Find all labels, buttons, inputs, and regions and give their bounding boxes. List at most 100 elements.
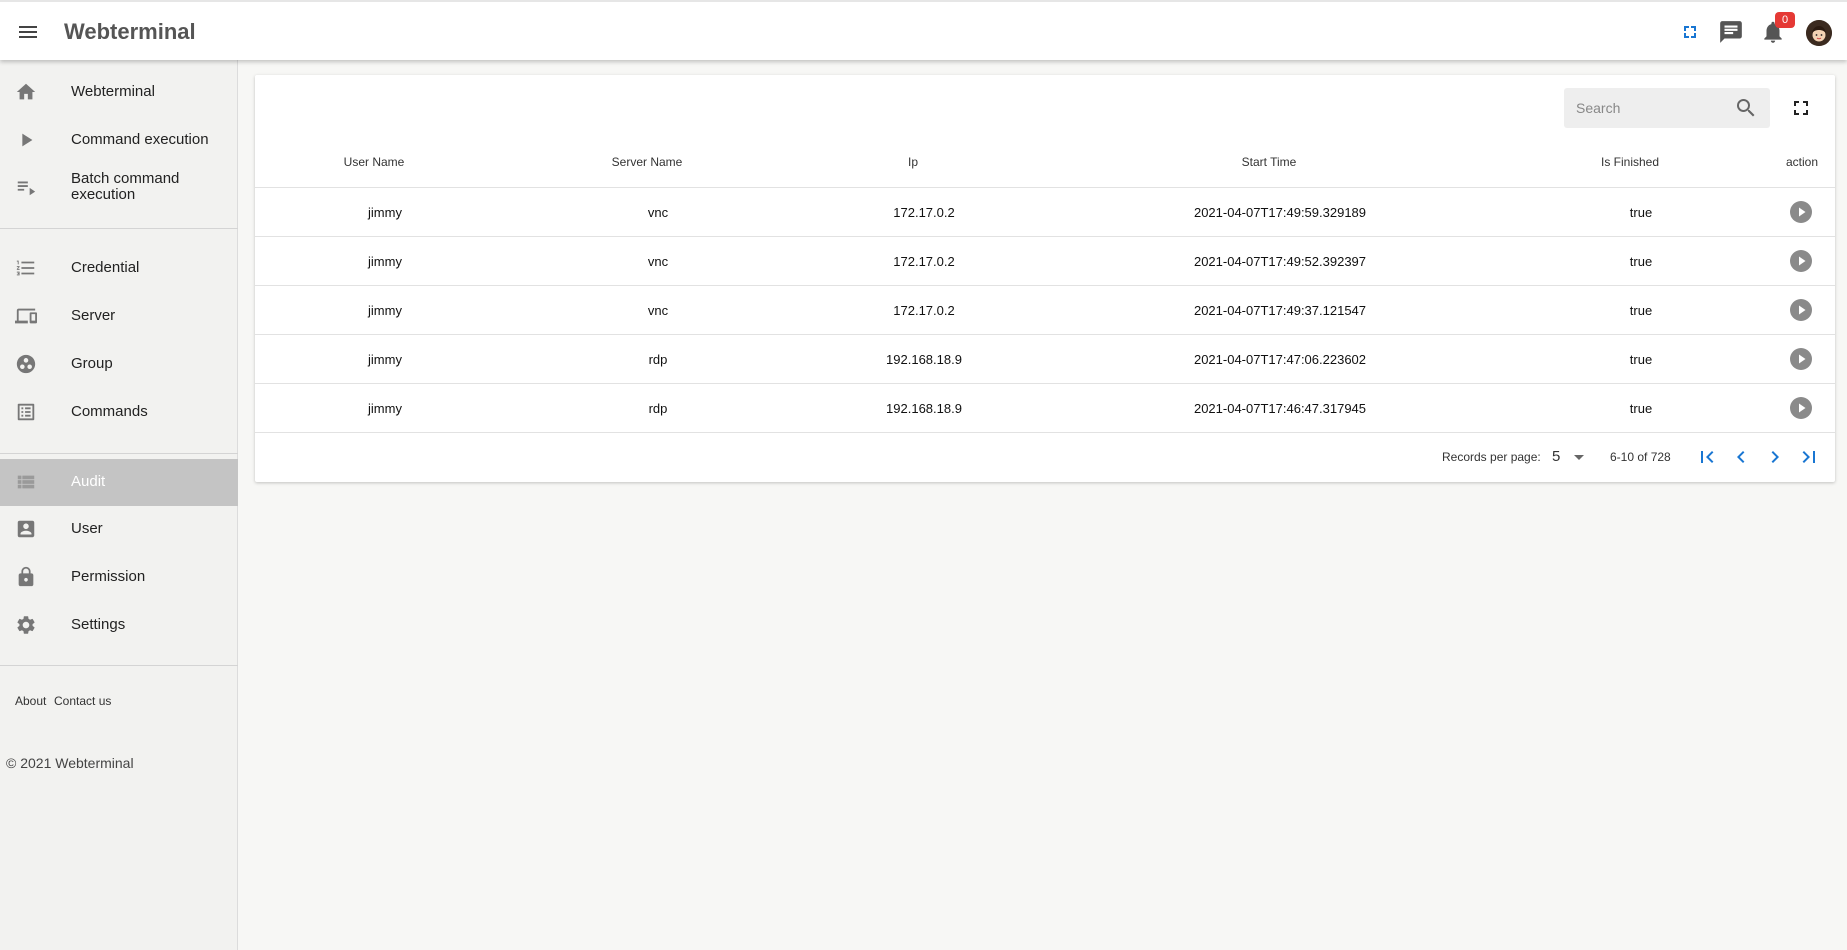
sidebar-item-credential[interactable]: Credential (0, 245, 238, 291)
sidebar-item-user[interactable]: User (0, 506, 238, 552)
cell-ip: 172.17.0.2 (893, 254, 955, 269)
play-circle-icon[interactable] (1789, 396, 1813, 420)
cell-user-name: jimmy (368, 352, 402, 367)
sidebar-item-label: Server (71, 307, 116, 324)
home-icon (16, 83, 36, 100)
cell-is-finished: true (1629, 254, 1653, 269)
records-per-page-value: 5 (1552, 448, 1561, 465)
previous-page-icon[interactable] (1729, 445, 1753, 469)
sidebar-item-audit[interactable]: Audit (0, 459, 238, 506)
cell-server-name: vnc (647, 254, 669, 269)
app-title: Webterminal (64, 19, 196, 44)
audit-table-card: User Name Server Name Ip Start Time Is F… (255, 75, 1835, 482)
play-arrow-icon (22, 133, 33, 147)
cell-server-name: vnc (647, 205, 669, 220)
sidebar-item-commands[interactable]: Commands (0, 389, 238, 435)
play-circle-icon[interactable] (1789, 298, 1813, 322)
play-circle-icon[interactable] (1789, 347, 1813, 371)
column-header-action: action (1785, 155, 1819, 169)
cell-ip: 172.17.0.2 (893, 303, 955, 318)
sidebar-item-server[interactable]: Server (0, 293, 238, 339)
sidebar-item-webterminal[interactable]: Webterminal (0, 69, 238, 115)
table-row: jimmy vnc 172.17.0.2 2021-04-07T17:49:52… (255, 236, 1835, 285)
cell-is-finished: true (1629, 401, 1653, 416)
group-work-icon (16, 354, 36, 374)
cell-user-name: jimmy (368, 401, 402, 416)
search-box (1564, 88, 1770, 128)
avatar[interactable] (1806, 20, 1832, 46)
cell-start-time: 2021-04-07T17:46:47.317945 (1193, 401, 1367, 416)
cell-user-name: jimmy (368, 205, 402, 220)
playlist-play-icon (17, 181, 36, 196)
sidebar-item-label: Command execution (71, 131, 209, 148)
lock-icon (18, 566, 34, 587)
cell-start-time: 2021-04-07T17:49:52.392397 (1193, 254, 1367, 269)
sidebar-item-permission[interactable]: Permission (0, 554, 238, 600)
table-row: jimmy vnc 172.17.0.2 2021-04-07T17:49:37… (255, 285, 1835, 334)
sidebar-item-label: Group (71, 355, 113, 372)
cell-user-name: jimmy (368, 303, 402, 318)
cell-is-finished: true (1629, 352, 1653, 367)
sidebar-item-group[interactable]: Group (0, 341, 238, 387)
page-range-text: 6-10 of 728 (1610, 450, 1671, 464)
sidebar-divider (0, 453, 238, 454)
fullscreen-icon[interactable] (1677, 19, 1703, 45)
sidebar-item-label: Batch command execution (71, 170, 180, 203)
search-icon[interactable] (1734, 96, 1758, 120)
play-circle-icon[interactable] (1789, 249, 1813, 273)
cell-ip: 172.17.0.2 (893, 205, 955, 220)
table-footer-divider (255, 432, 1835, 433)
table-row: jimmy vnc 172.17.0.2 2021-04-07T17:49:59… (255, 187, 1835, 236)
cell-server-name: rdp (648, 401, 668, 416)
sidebar-item-settings[interactable]: Settings (0, 602, 238, 648)
sidebar-item-label: Settings (71, 616, 126, 633)
sidebar-item-label: User (71, 520, 103, 537)
table-row: jimmy rdp 192.168.18.9 2021-04-07T17:46:… (255, 383, 1835, 432)
sidebar-item-label: Commands (71, 403, 148, 420)
first-page-icon[interactable] (1695, 445, 1719, 469)
cell-server-name: vnc (647, 303, 669, 318)
column-header-start-time[interactable]: Start Time (1242, 155, 1297, 169)
view-list-icon (17, 475, 35, 489)
cell-ip: 192.168.18.9 (886, 401, 962, 416)
records-per-page-select[interactable]: 5 (1552, 446, 1592, 468)
column-header-ip[interactable]: Ip (908, 155, 918, 169)
next-page-icon[interactable] (1763, 445, 1787, 469)
sidebar-item-command-execution[interactable]: Command execution (0, 117, 238, 163)
cell-start-time: 2021-04-07T17:49:37.121547 (1193, 303, 1367, 318)
format-list-numbered-icon (16, 260, 35, 276)
devices-icon (15, 308, 37, 324)
sidebar-item-label: Webterminal (71, 83, 155, 100)
sidebar-item-label: Credential (71, 259, 140, 276)
list-alt-icon (17, 403, 35, 421)
table-row: jimmy rdp 192.168.18.9 2021-04-07T17:47:… (255, 334, 1835, 383)
sidebar-item-label: Permission (71, 568, 146, 585)
about-link[interactable]: About (15, 694, 46, 708)
sidebar-divider (0, 228, 238, 229)
sidebar-item-label: Audit (71, 473, 106, 490)
cell-ip: 192.168.18.9 (886, 352, 962, 367)
user-avatar-icon (1806, 20, 1832, 46)
cell-start-time: 2021-04-07T17:49:59.329189 (1193, 205, 1367, 220)
menu-icon[interactable] (16, 20, 40, 44)
app-bar: Webterminal 0 (0, 0, 1847, 60)
table-fullscreen-icon[interactable] (1789, 96, 1813, 120)
sidebar: Webterminal Command execution Batch comm… (0, 60, 238, 950)
settings-icon (17, 616, 35, 634)
play-circle-icon[interactable] (1789, 200, 1813, 224)
notification-badge: 0 (1775, 12, 1795, 28)
sidebar-divider (0, 665, 238, 666)
column-header-is-finished[interactable]: Is Finished (1601, 155, 1659, 169)
chat-icon[interactable] (1718, 19, 1744, 45)
account-box-icon (17, 520, 35, 538)
cell-server-name: rdp (648, 352, 668, 367)
cell-user-name: jimmy (368, 254, 402, 269)
column-header-server-name[interactable]: Server Name (612, 155, 683, 169)
sidebar-item-batch-command-execution[interactable]: Batch command execution (0, 164, 238, 210)
search-input[interactable] (1576, 96, 1726, 120)
column-header-user-name[interactable]: User Name (344, 155, 405, 169)
contact-us-link[interactable]: Contact us (54, 694, 111, 708)
records-per-page-label: Records per page: (1442, 450, 1541, 464)
last-page-icon[interactable] (1797, 445, 1821, 469)
cell-is-finished: true (1629, 205, 1653, 220)
